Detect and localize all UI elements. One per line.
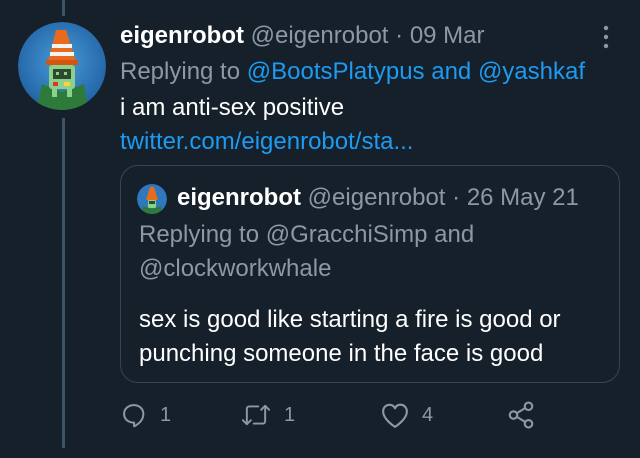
- tweet-link[interactable]: twitter.com/eigenrobot/sta...: [120, 126, 413, 158]
- quote-avatar: [137, 184, 167, 214]
- quote-separator: ·: [452, 184, 461, 211]
- replying-to: Replying to @BootsPlatypus and @yashkaf: [120, 56, 585, 88]
- display-name[interactable]: eigenrobot: [120, 22, 244, 49]
- like-count: 4: [422, 403, 434, 426]
- retweet-count: 1: [284, 403, 296, 426]
- quote-header: eigenrobot @eigenrobot · 26 May 21: [177, 182, 579, 214]
- tweet-text: i am anti-sex positive: [120, 94, 345, 121]
- quote-handle: @eigenrobot: [307, 184, 446, 211]
- quote-tweet-card[interactable]: eigenrobot @eigenrobot · 26 May 21 Reply…: [120, 165, 620, 383]
- more-vertical-icon[interactable]: [596, 22, 616, 52]
- separator: ·: [395, 22, 404, 49]
- reply-button[interactable]: 1: [120, 398, 171, 432]
- handle[interactable]: @eigenrobot: [251, 22, 389, 49]
- thread-line-bottom: [62, 118, 65, 448]
- avatar[interactable]: [18, 22, 106, 110]
- tweet[interactable]: eigenrobot @eigenrobot · 09 Mar Replying…: [0, 0, 640, 458]
- mention-link[interactable]: @BootsPlatypus: [247, 58, 425, 85]
- like-button[interactable]: 4: [380, 398, 433, 432]
- quote-display-name: eigenrobot: [177, 184, 301, 211]
- quote-replying-to: Replying to @GracchiSimp and @clockworkw…: [139, 221, 475, 282]
- tweet-header: eigenrobot @eigenrobot · 09 Mar: [120, 20, 485, 52]
- tweet-date[interactable]: 09 Mar: [410, 22, 485, 49]
- reply-icon: [120, 401, 148, 429]
- replying-and[interactable]: and: [431, 58, 471, 85]
- quote-date: 26 May 21: [466, 184, 579, 211]
- thread-line-top: [62, 0, 65, 16]
- reply-count: 1: [160, 403, 172, 426]
- retweet-icon: [240, 401, 272, 429]
- share-button[interactable]: [506, 398, 536, 432]
- heart-icon: [380, 401, 410, 429]
- replying-prefix: Replying to: [120, 58, 241, 85]
- quote-text: sex is good like starting a fire is good…: [139, 306, 561, 367]
- mention-link[interactable]: @yashkaf: [478, 58, 585, 85]
- retweet-button[interactable]: 1: [240, 398, 295, 432]
- share-icon: [506, 400, 536, 430]
